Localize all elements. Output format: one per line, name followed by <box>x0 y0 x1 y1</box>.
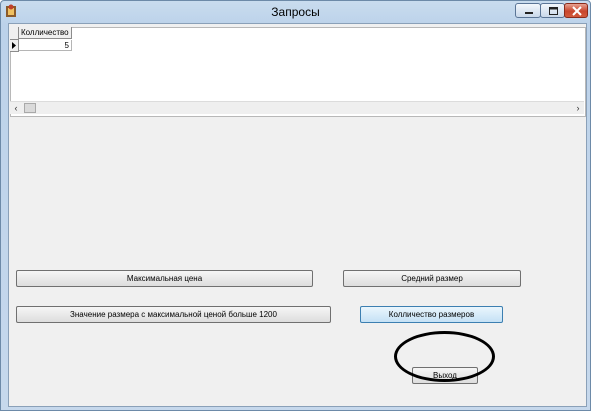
grid-cell-quantity[interactable]: 5 <box>19 40 72 51</box>
minimize-button[interactable] <box>515 3 541 18</box>
row-indicator[interactable] <box>10 40 19 52</box>
maximize-icon <box>549 7 558 15</box>
max-price-button[interactable]: Максимальная цена <box>16 270 313 287</box>
size-max-price-button[interactable]: Значение размера с максимальной ценой бо… <box>16 306 331 323</box>
app-window: Запросы Колличество 5 ‹ › Максимальная ц… <box>0 0 591 411</box>
column-header-quantity[interactable]: Колличество <box>19 27 72 39</box>
horizontal-scrollbar[interactable]: ‹ › <box>10 101 584 114</box>
minimize-icon <box>525 12 533 14</box>
close-button[interactable] <box>564 3 588 18</box>
size-count-button[interactable]: Колличество размеров <box>360 306 503 323</box>
avg-size-button[interactable]: Средний размер <box>343 270 521 287</box>
grid-corner <box>10 27 19 40</box>
scroll-right-icon[interactable]: › <box>572 102 584 114</box>
scroll-left-icon[interactable]: ‹ <box>10 102 22 114</box>
window-title: Запросы <box>271 5 320 19</box>
client-area: Колличество 5 ‹ › Максимальная цена Сред… <box>8 23 587 407</box>
close-icon <box>572 6 582 16</box>
maximize-button[interactable] <box>540 3 565 18</box>
current-row-arrow-icon <box>12 42 16 49</box>
title-bar[interactable]: Запросы <box>1 1 590 23</box>
highlight-oval <box>394 331 495 382</box>
scroll-thumb[interactable] <box>24 103 36 113</box>
